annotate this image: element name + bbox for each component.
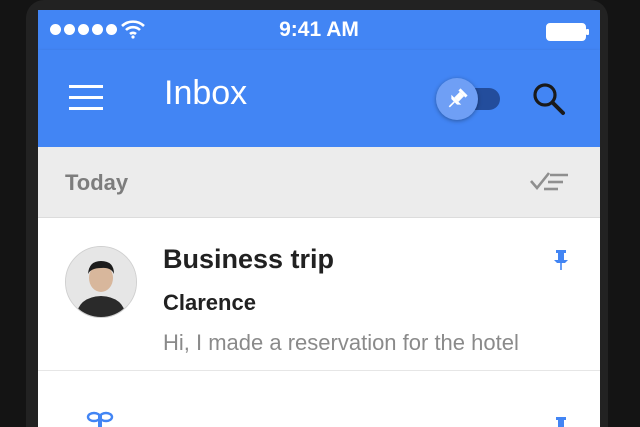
phone-screen: 9:41 AM Inbox Today Business trip Claren…: [38, 10, 600, 427]
page-title: Inbox: [164, 74, 248, 112]
avatar: [65, 246, 137, 318]
status-bar: 9:41 AM: [38, 10, 600, 50]
email-snippet: Hi, I made a reservation for the hotel: [163, 330, 519, 355]
search-icon[interactable]: [532, 82, 566, 116]
battery-icon: [546, 23, 589, 41]
email-row[interactable]: Business trip Clarence Hi, I made a rese…: [38, 218, 600, 371]
email-sender: Clarence: [163, 290, 256, 315]
pin-icon: [448, 88, 468, 108]
app-bar: Inbox: [38, 50, 600, 147]
email-subject: Business trip: [163, 244, 335, 274]
email-row[interactable]: [38, 371, 600, 427]
gift-icon: [86, 411, 114, 427]
section-header-today: Today: [38, 147, 600, 218]
sweep-done-icon[interactable]: [530, 169, 570, 193]
hamburger-menu-icon[interactable]: [69, 85, 103, 111]
pin-icon[interactable]: [554, 250, 568, 270]
pin-icon[interactable]: [554, 417, 568, 427]
pinned-toggle[interactable]: [436, 78, 504, 120]
status-time: 9:41 AM: [279, 18, 359, 41]
section-label: Today: [65, 170, 129, 195]
toggle-knob: [436, 78, 478, 120]
